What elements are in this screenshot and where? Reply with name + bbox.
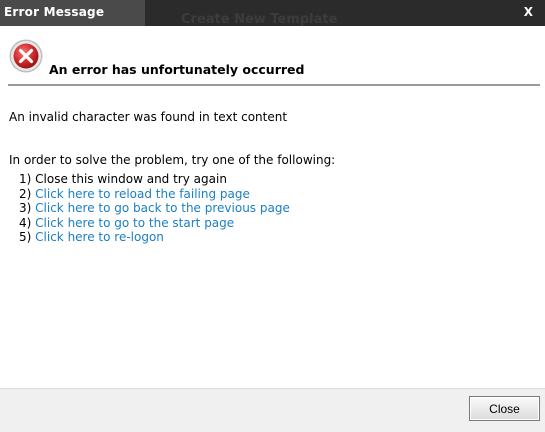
error-dialog: Error Message Create New Template X An e… bbox=[0, 0, 545, 432]
relogon-link[interactable]: Click here to re-logon bbox=[35, 230, 164, 244]
option-number: 3) bbox=[19, 201, 32, 216]
option-item: 1) Close this window and try again bbox=[19, 172, 290, 187]
option-number: 2) bbox=[19, 186, 32, 201]
error-message: An invalid character was found in text c… bbox=[9, 110, 288, 124]
option-item: 2) Click here to reload the failing page bbox=[19, 187, 290, 202]
close-icon[interactable]: X bbox=[524, 5, 533, 19]
option-number: 1) bbox=[19, 172, 32, 186]
recovery-options-list: 1) Close this window and try again 2) Cl… bbox=[19, 172, 290, 245]
option-close-window-text: Close this window and try again bbox=[35, 172, 227, 186]
option-item: 5) Click here to re-logon bbox=[19, 230, 290, 245]
instructions-text: In order to solve the problem, try one o… bbox=[9, 153, 336, 167]
reload-page-link[interactable]: Click here to reload the failing page bbox=[35, 187, 250, 201]
error-headline: An error has unfortunately occurred bbox=[49, 62, 305, 77]
close-button[interactable]: Close bbox=[469, 396, 540, 421]
error-x-icon bbox=[9, 39, 43, 73]
option-item: 4) Click here to go to the start page bbox=[19, 216, 290, 231]
background-window-title: Create New Template bbox=[181, 12, 338, 26]
previous-page-link[interactable]: Click here to go back to the previous pa… bbox=[35, 201, 290, 215]
header-divider bbox=[8, 84, 540, 86]
option-item: 3) Click here to go back to the previous… bbox=[19, 201, 290, 216]
title-bar: Error Message Create New Template X bbox=[0, 0, 545, 26]
dialog-footer: Close bbox=[0, 388, 545, 432]
option-number: 4) bbox=[19, 215, 32, 230]
window-title: Error Message bbox=[4, 5, 105, 19]
option-number: 5) bbox=[19, 230, 32, 245]
start-page-link[interactable]: Click here to go to the start page bbox=[35, 216, 234, 230]
error-header: An error has unfortunately occurred bbox=[8, 38, 540, 84]
